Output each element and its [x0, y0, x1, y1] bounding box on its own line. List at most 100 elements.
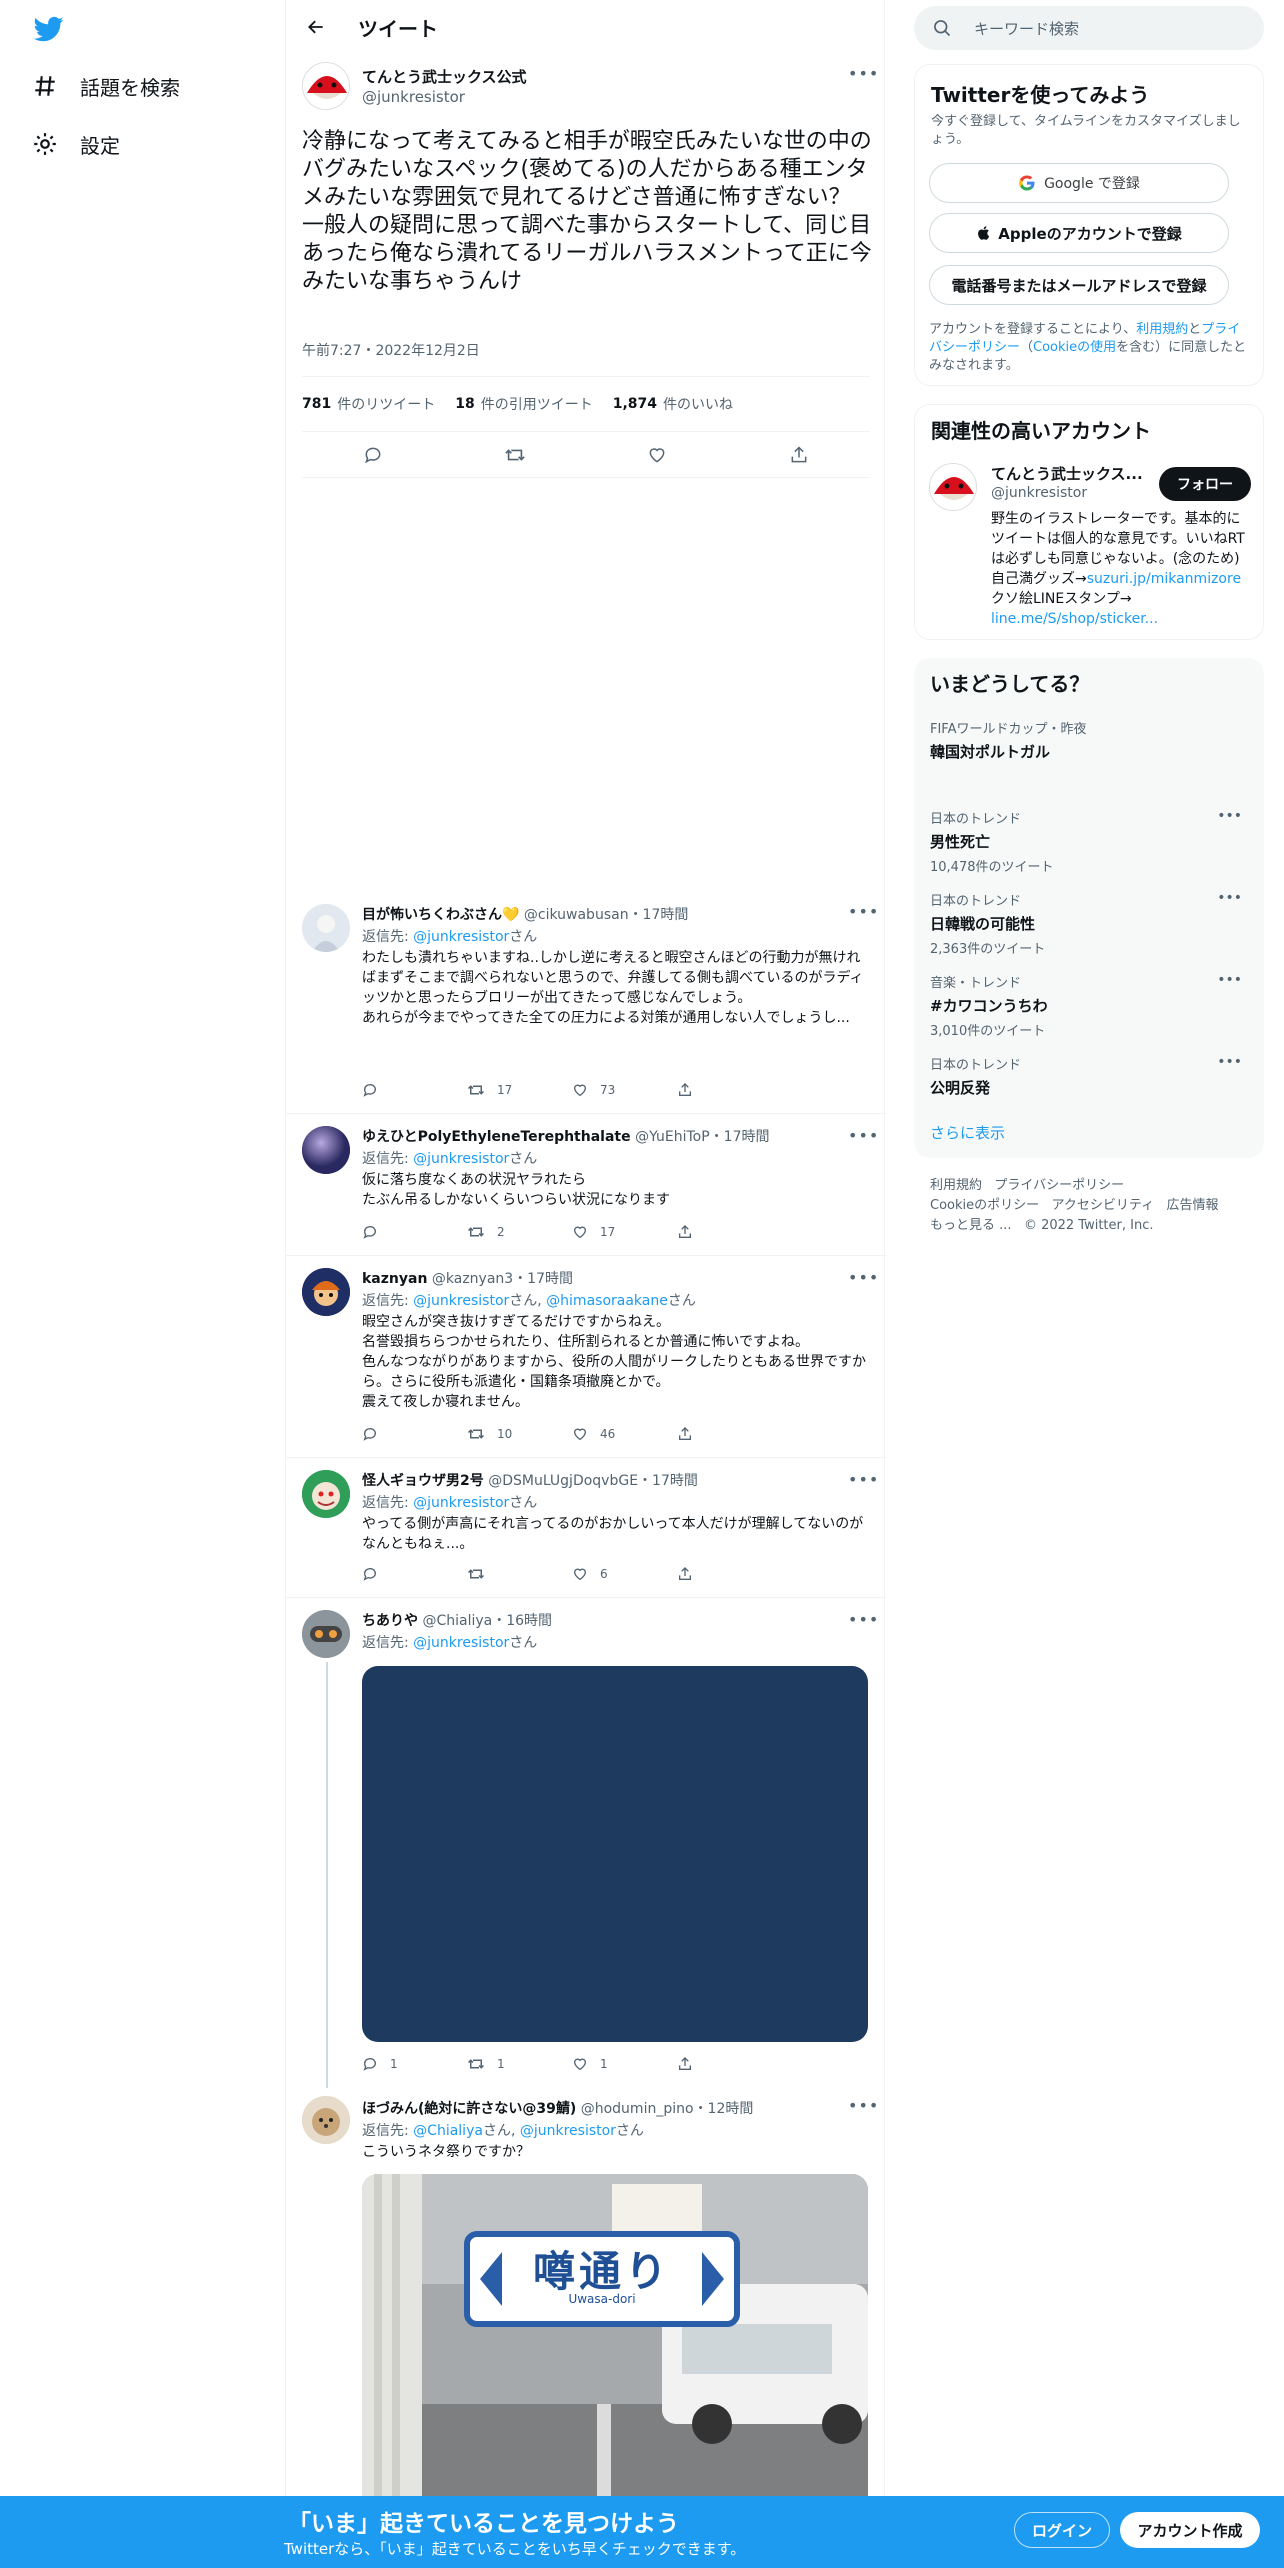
google-signup-button[interactable]: Google で登録: [929, 163, 1229, 203]
reply-media-image[interactable]: 噂通り Uwasa-dori: [362, 2174, 868, 2504]
more-options-icon[interactable]: •••: [848, 1610, 879, 1629]
reply-tweet[interactable]: 怪人ギョウザ男2号 @DSMuLUgjDoqvbGE・17時間 ••• 返信先:…: [286, 1458, 886, 1598]
more-options-icon[interactable]: •••: [1217, 1054, 1242, 1070]
reply-name[interactable]: 目が怖いちくわぶさん💛: [362, 907, 519, 923]
share-button[interactable]: [677, 1424, 782, 1444]
reply-avatar[interactable]: [302, 1126, 350, 1174]
reply-avatar[interactable]: [302, 1610, 350, 1658]
share-icon[interactable]: [787, 443, 811, 467]
reply-avatar[interactable]: [302, 904, 350, 952]
trend-item[interactable]: 日本のトレンド 公明反発 •••: [930, 1054, 1250, 1098]
heart-icon[interactable]: [645, 443, 669, 467]
phone-email-signup-button[interactable]: 電話番号またはメールアドレスで登録: [929, 265, 1229, 305]
apple-signup-button[interactable]: Appleのアカウントで登録: [929, 213, 1229, 253]
author-handle[interactable]: @junkresistor: [362, 88, 465, 106]
twitter-logo-icon[interactable]: [33, 14, 64, 44]
reply-button[interactable]: 1: [362, 2054, 467, 2074]
mention-link[interactable]: @junkresistor: [413, 1293, 509, 1309]
more-options-icon[interactable]: •••: [848, 2096, 879, 2115]
reply-time[interactable]: ・17時間: [638, 1473, 698, 1489]
share-button[interactable]: [677, 1564, 782, 1584]
reply-handle[interactable]: @kaznyan3: [432, 1271, 513, 1287]
reply-time[interactable]: ・17時間: [513, 1271, 573, 1287]
reply-avatar[interactable]: [302, 1268, 350, 1316]
reply-button[interactable]: [362, 1080, 467, 1100]
reply-time[interactable]: ・17時間: [629, 907, 689, 923]
like-button[interactable]: 6: [572, 1564, 677, 1584]
reply-handle[interactable]: @YuEhiToP: [635, 1129, 710, 1145]
mention-link[interactable]: @Chialiya: [413, 2123, 483, 2139]
bio-link[interactable]: suzuri.jp/mikanmizore: [1087, 571, 1241, 587]
reply-handle[interactable]: @DSMuLUgjDoqvbGE: [488, 1473, 638, 1489]
tweet-date[interactable]: 午前7:27・2022年12月2日: [302, 340, 480, 360]
share-button[interactable]: [677, 2054, 782, 2074]
trend-item[interactable]: 日本のトレンド 男性死亡 10,478件のツイート •••: [930, 808, 1250, 875]
footer-terms[interactable]: 利用規約: [930, 1178, 982, 1193]
mention-link[interactable]: @junkresistor: [413, 929, 509, 945]
author-avatar[interactable]: [302, 62, 350, 110]
retweet-icon[interactable]: [503, 443, 527, 467]
reply-button[interactable]: [362, 1222, 467, 1242]
like-button[interactable]: 46: [572, 1424, 677, 1444]
search-box[interactable]: キーワード検索: [914, 6, 1264, 50]
reply-time[interactable]: ・17時間: [710, 1129, 770, 1145]
login-button[interactable]: ログイン: [1014, 2512, 1110, 2548]
bio-link[interactable]: line.me/S/shop/sticker...: [991, 611, 1158, 627]
share-button[interactable]: [677, 1222, 782, 1242]
mention-link[interactable]: @himasoraakane: [546, 1293, 668, 1309]
mention-link[interactable]: @junkresistor: [413, 1635, 509, 1651]
mention-link[interactable]: @junkresistor: [413, 1151, 509, 1167]
show-more-link[interactable]: さらに表示: [930, 1122, 1005, 1143]
signup-button[interactable]: アカウント作成: [1120, 2512, 1260, 2548]
footer-accessibility[interactable]: アクセシビリティ: [1052, 1198, 1155, 1213]
share-button[interactable]: [677, 1080, 782, 1100]
retweet-button[interactable]: 17: [467, 1080, 572, 1100]
reply-time[interactable]: ・12時間: [694, 2101, 754, 2117]
related-handle[interactable]: @junkresistor: [991, 485, 1087, 501]
more-options-icon[interactable]: •••: [1217, 972, 1242, 988]
nav-settings[interactable]: 設定: [30, 122, 120, 166]
retweet-button[interactable]: [467, 1564, 572, 1584]
related-avatar[interactable]: [929, 463, 977, 511]
trend-item[interactable]: FIFAワールドカップ・昨夜 韓国対ポルトガル: [930, 718, 1250, 762]
reply-handle[interactable]: @hodumin_pino: [581, 2101, 694, 2117]
like-count[interactable]: 1,874: [613, 396, 657, 412]
reply-tweet[interactable]: kaznyan @kaznyan3・17時間 ••• 返信先: @junkres…: [286, 1256, 886, 1458]
retweet-button[interactable]: 1: [467, 2054, 572, 2074]
reply-icon[interactable]: [361, 443, 385, 467]
reply-handle[interactable]: @cikuwabusan: [524, 907, 629, 923]
retweet-count[interactable]: 781: [302, 396, 331, 412]
reply-tweet[interactable]: ゆえひとPolyEthyleneTerephthalate @YuEhiToP・…: [286, 1114, 886, 1256]
more-options-icon[interactable]: •••: [848, 1268, 879, 1287]
footer-more[interactable]: もっと見る ...: [930, 1218, 1012, 1233]
terms-link[interactable]: 利用規約: [1136, 322, 1188, 337]
reply-handle[interactable]: @Chialiya: [422, 1613, 492, 1629]
reply-avatar[interactable]: [302, 2096, 350, 2144]
back-button[interactable]: [296, 7, 336, 47]
footer-privacy[interactable]: プライバシーポリシー: [994, 1178, 1124, 1193]
nav-explore[interactable]: 話題を検索: [30, 64, 180, 108]
author-name[interactable]: てんとう武士ックス公式: [362, 66, 527, 87]
reply-avatar[interactable]: [302, 1470, 350, 1518]
search-input[interactable]: キーワード検索: [974, 18, 1079, 39]
mention-link[interactable]: @junkresistor: [413, 1495, 509, 1511]
retweet-button[interactable]: 2: [467, 1222, 572, 1242]
reply-name[interactable]: ちありや: [362, 1613, 418, 1629]
more-options-icon[interactable]: •••: [848, 902, 879, 921]
like-button[interactable]: 1: [572, 2054, 677, 2074]
more-options-icon[interactable]: •••: [848, 1470, 879, 1489]
reply-name[interactable]: ゆえひとPolyEthyleneTerephthalate: [362, 1129, 631, 1145]
reply-tweet[interactable]: 目が怖いちくわぶさん💛 @cikuwabusan・17時間 ••• 返信先: @…: [286, 890, 886, 1114]
footer-cookie[interactable]: Cookieのポリシー: [930, 1198, 1039, 1213]
reply-time[interactable]: ・16時間: [492, 1613, 552, 1629]
trend-item[interactable]: 音楽・トレンド #カワコンうちわ 3,010件のツイート •••: [930, 972, 1250, 1039]
trend-item[interactable]: 日本のトレンド 日韓戦の可能性 2,363件のツイート •••: [930, 890, 1250, 957]
follow-button[interactable]: フォロー: [1159, 467, 1251, 501]
cookie-link[interactable]: Cookieの使用: [1033, 340, 1116, 355]
more-options-icon[interactable]: •••: [1217, 808, 1242, 824]
reply-tweet[interactable]: ちありや @Chialiya・16時間 ••• 返信先: @junkresist…: [286, 1598, 886, 2088]
related-name[interactable]: てんとう武士ックス...: [991, 463, 1143, 484]
more-options-icon[interactable]: •••: [1217, 890, 1242, 906]
reply-button[interactable]: [362, 1564, 467, 1584]
reply-media-image[interactable]: [362, 1666, 868, 2042]
